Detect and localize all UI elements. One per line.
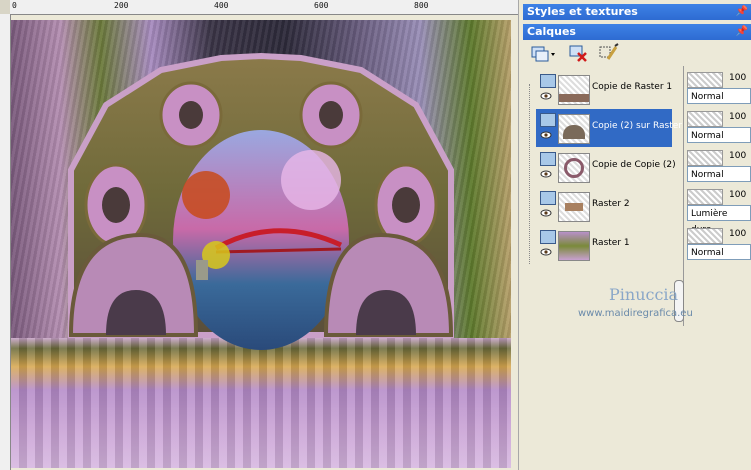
styles-title-label: Styles et textures: [527, 5, 638, 18]
raster-layer-icon: [540, 230, 556, 244]
opacity-value: 100: [729, 229, 747, 239]
layer-row-selected[interactable]: Copie (2) sur Raster: [536, 109, 682, 147]
arch-frame: [68, 52, 454, 350]
layer-prop-row: 100 Normal: [687, 111, 751, 147]
layers-list: Copie de Raster 1 Copie (2) sur Raster C…: [526, 66, 682, 470]
eye-icon[interactable]: [540, 209, 552, 217]
eye-icon[interactable]: [540, 248, 552, 256]
watermark-url: www.maidiregrafica.eu: [578, 308, 693, 319]
opacity-slider[interactable]: [687, 72, 723, 88]
layer-prop-row: 100 Lumière dure: [687, 189, 751, 235]
blend-mode-select[interactable]: Normal: [687, 127, 751, 143]
layers-title-label: Calques: [527, 25, 576, 38]
layer-thumbnail: [558, 114, 590, 144]
blend-mode-select[interactable]: Normal: [687, 244, 751, 260]
layer-thumbnail: [558, 192, 590, 222]
layer-row[interactable]: Copie de Raster 1: [536, 70, 672, 108]
raster-layer-icon: [540, 191, 556, 205]
mask-brush-icon[interactable]: [597, 42, 621, 64]
blend-mode-select[interactable]: Lumière dure: [687, 205, 751, 235]
layer-name: Copie (2) sur Raster: [592, 121, 682, 131]
opacity-value: 100: [729, 151, 747, 161]
horizontal-ruler: 0 200 400 600 800: [10, 0, 518, 15]
layer-name: Copie de Copie (2): [592, 160, 676, 170]
eye-icon[interactable]: [540, 131, 552, 139]
vertical-ruler: [0, 14, 11, 470]
ruler-label: 200: [114, 1, 129, 10]
canvas-area[interactable]: 0 200 400 600 800: [0, 0, 518, 470]
layer-row[interactable]: Raster 2: [536, 187, 672, 225]
artwork-image: [11, 20, 511, 468]
opacity-value: 100: [729, 190, 747, 200]
layer-prop-row: 100 Normal: [687, 150, 751, 186]
layer-row[interactable]: Copie de Copie (2): [536, 148, 676, 186]
layer-name: Copie de Raster 1: [592, 82, 673, 92]
layer-thumbnail: [558, 231, 590, 261]
opacity-value: 100: [729, 73, 747, 83]
layer-row[interactable]: Raster 1: [536, 226, 672, 264]
new-layer-icon[interactable]: [529, 42, 557, 64]
watermark-name: Pinuccia: [609, 285, 679, 304]
layer-name: Raster 2: [592, 199, 630, 209]
ruler-label: 800: [414, 1, 429, 10]
raster-layer-icon: [540, 152, 556, 166]
tree-line: [529, 84, 530, 264]
ruler-label: 0: [12, 1, 17, 10]
delete-layer-icon[interactable]: [567, 42, 591, 64]
eye-icon[interactable]: [540, 92, 552, 100]
layers-toolbar: [523, 40, 751, 64]
raster-layer-icon: [540, 74, 556, 88]
eye-icon[interactable]: [540, 170, 552, 178]
opacity-slider[interactable]: [687, 150, 723, 166]
pin-icon[interactable]: 📌: [736, 4, 748, 20]
layer-prop-row: 100 Normal: [687, 228, 751, 264]
opacity-slider[interactable]: [687, 228, 723, 244]
layer-thumbnail: [558, 75, 590, 105]
opacity-slider[interactable]: [687, 111, 723, 127]
layer-name: Raster 1: [592, 238, 630, 248]
layers-palette-title[interactable]: Calques 📌: [523, 24, 751, 40]
layer-prop-row: 100 Normal: [687, 72, 751, 108]
opacity-slider[interactable]: [687, 189, 723, 205]
styles-palette-title[interactable]: Styles et textures 📌: [523, 4, 751, 20]
ruler-label: 400: [214, 1, 229, 10]
opacity-value: 100: [729, 112, 747, 122]
blend-mode-select[interactable]: Normal: [687, 88, 751, 104]
ruler-label: 600: [314, 1, 329, 10]
pin-icon[interactable]: 📌: [736, 24, 748, 40]
blend-mode-select[interactable]: Normal: [687, 166, 751, 182]
layer-properties: 100 Normal 100 Normal 100 Normal 100 Lum…: [683, 66, 751, 326]
layer-thumbnail: [558, 153, 590, 183]
raster-layer-icon: [540, 113, 556, 127]
